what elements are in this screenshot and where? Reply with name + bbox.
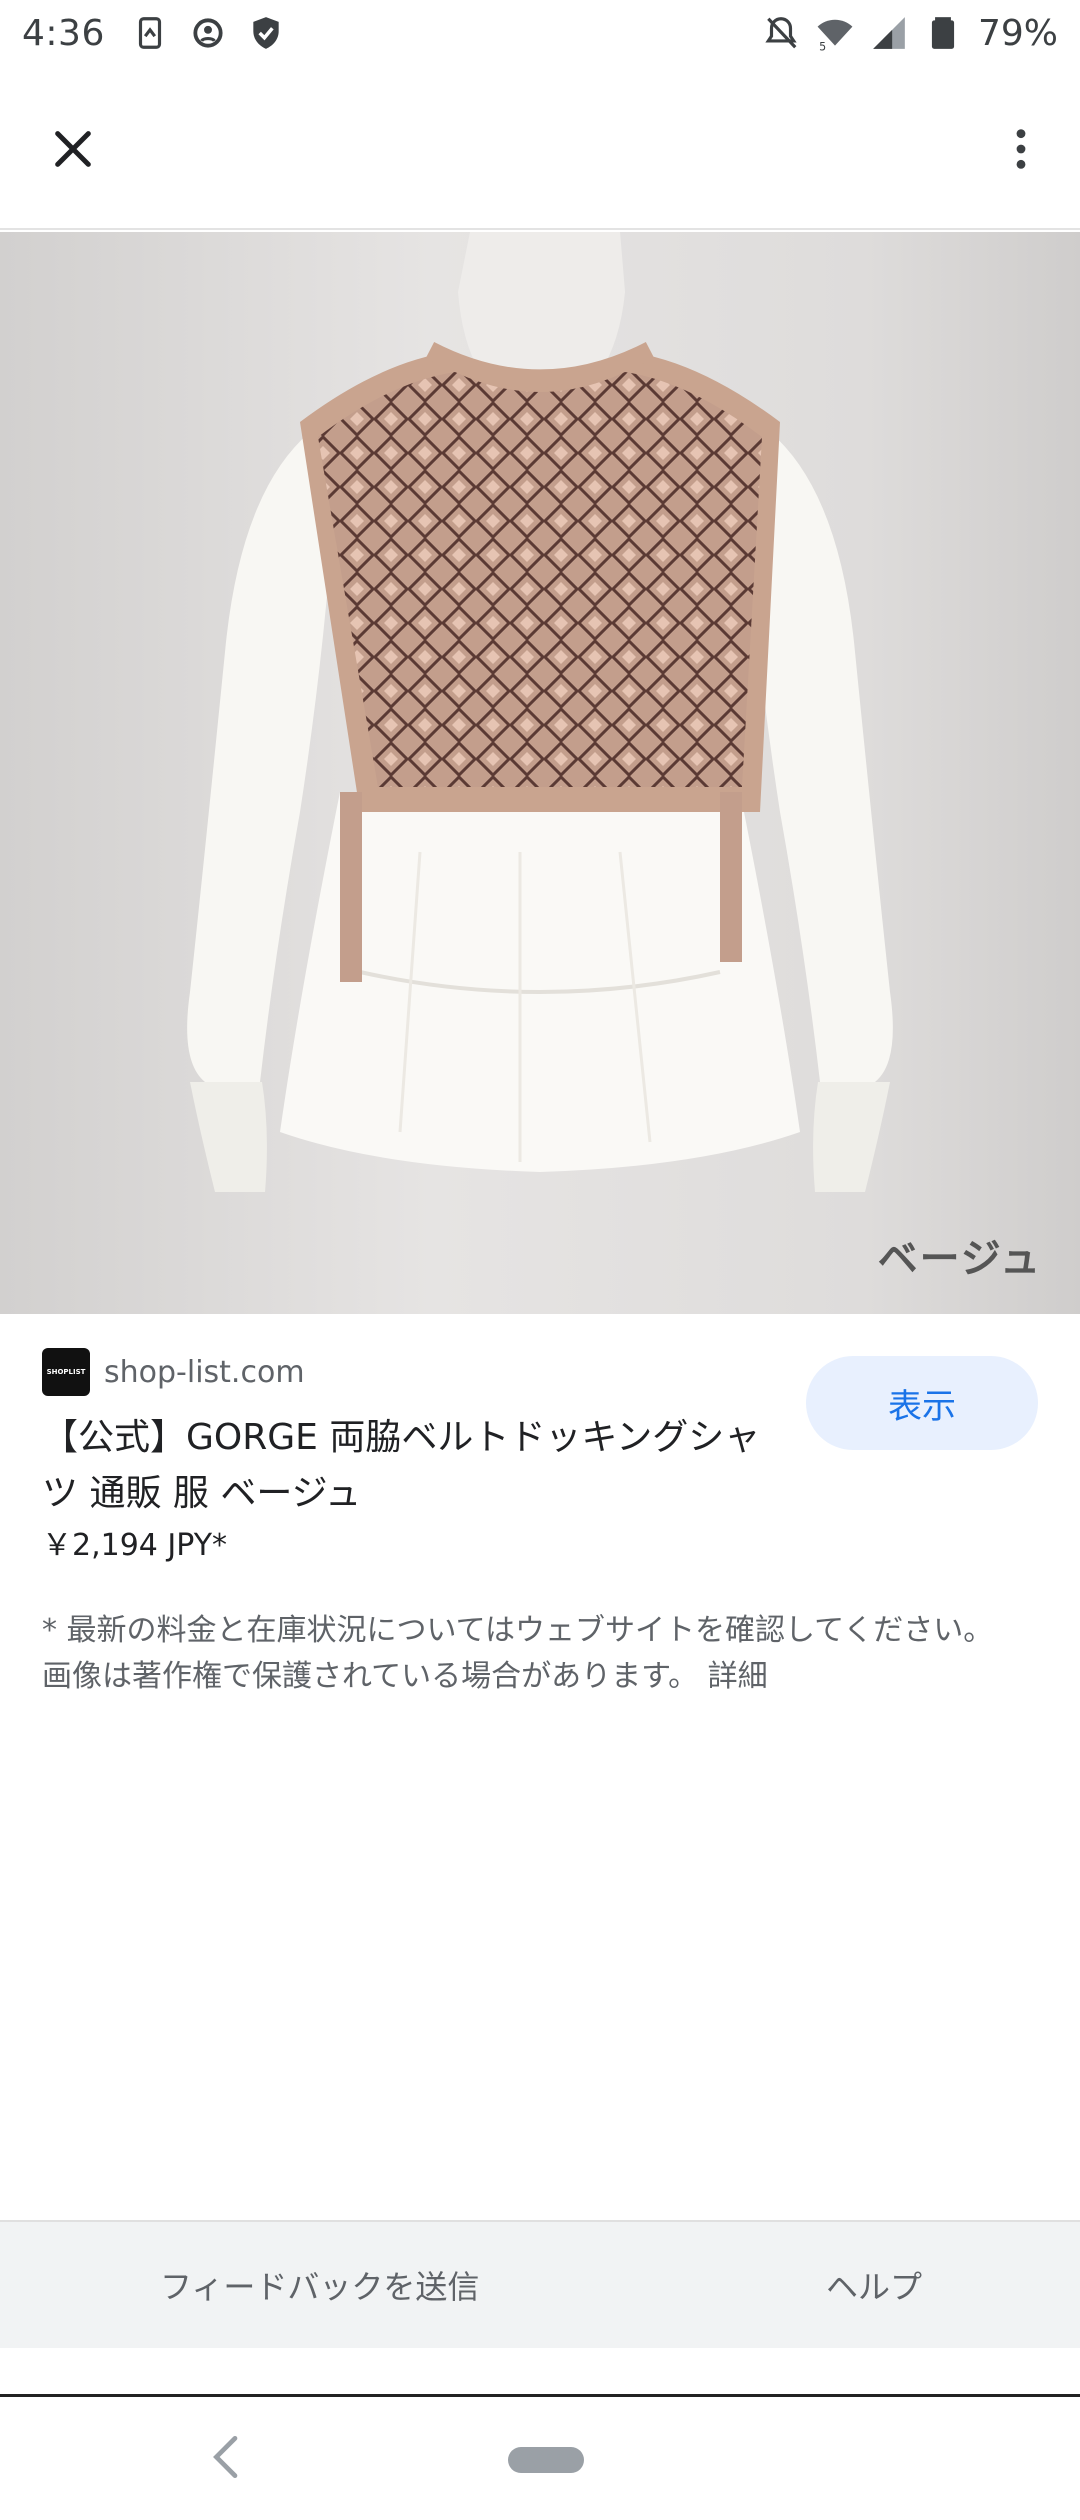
vpn-key-icon <box>189 14 227 52</box>
home-pill[interactable] <box>508 2447 584 2473</box>
send-feedback-button[interactable]: フィードバックを送信 <box>160 2262 479 2308</box>
source-logo: SHOPLIST <box>42 1348 90 1396</box>
more-options-button[interactable] <box>988 116 1054 182</box>
disclaimer: * 最新の料金と在庫状況についてはウェブサイトを確認してください。 画像は著作権… <box>42 1608 1022 1700</box>
close-icon <box>55 131 91 167</box>
data-saver-icon <box>131 14 169 52</box>
image-caption: ベージュ <box>877 1236 1042 1282</box>
status-time: 4:36 <box>22 12 105 54</box>
details-link[interactable]: 詳細 <box>708 1659 768 1694</box>
product-photo <box>187 232 893 1192</box>
source-row[interactable]: SHOPLIST shop-list.com <box>42 1348 305 1396</box>
help-button[interactable]: ヘルプ <box>826 2262 922 2308</box>
navigation-bar <box>0 2394 1080 2520</box>
top-app-bar <box>0 66 1080 230</box>
status-left-icons <box>131 14 285 52</box>
visit-button[interactable]: 表示 <box>806 1356 1038 1450</box>
status-right-icons: 5 79% <box>762 13 1058 54</box>
battery-percent: 79% <box>977 12 1058 54</box>
wifi-icon: 5 <box>816 14 854 52</box>
close-button[interactable] <box>40 116 106 182</box>
signal-icon <box>870 14 908 52</box>
back-button[interactable] <box>200 2429 256 2485</box>
product-price: ￥2,194 JPY* <box>42 1528 228 1563</box>
feedback-bar: フィードバックを送信 ヘルプ <box>0 2220 1080 2348</box>
product-image[interactable]: ベージュ <box>0 232 1080 1314</box>
status-bar: 4:36 5 79% <box>0 0 1080 66</box>
more-vert-icon <box>1016 129 1026 169</box>
battery-icon <box>924 14 962 52</box>
product-title[interactable]: 【公式】GORGE 両脇ベルトドッキングシャツ 通販 服 ベージュ <box>42 1410 762 1522</box>
shield-check-icon <box>247 14 285 52</box>
do-not-disturb-icon <box>762 14 800 52</box>
result-details: SHOPLIST shop-list.com 表示 【公式】GORGE 両脇ベル… <box>0 1314 1080 2214</box>
disclaimer-text: * 最新の料金と在庫状況についてはウェブサイトを確認してください。 画像は著作権… <box>42 1613 994 1694</box>
source-domain: shop-list.com <box>104 1354 305 1390</box>
svg-text:5: 5 <box>819 40 826 52</box>
chevron-left-icon <box>213 2436 238 2478</box>
